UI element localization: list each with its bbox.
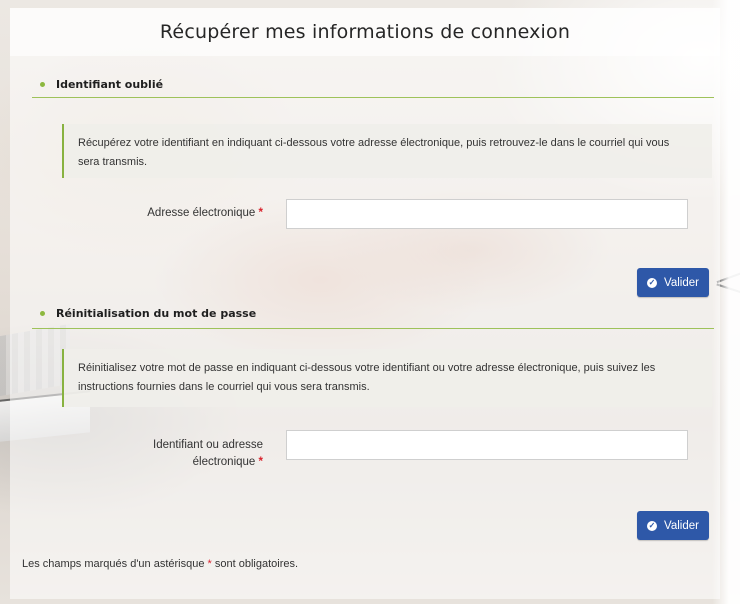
button-label: Valider [664, 276, 699, 289]
footnote-text: sont obligatoires. [214, 558, 299, 570]
email-input[interactable] [286, 199, 688, 229]
button-label: Valider [664, 519, 699, 532]
page: Récupérer mes informations de connexion … [0, 0, 740, 604]
info-box-identifier: Récupérez votre identifiant en indiquant… [62, 124, 712, 178]
identifier-or-email-input[interactable] [286, 430, 688, 460]
bullet-icon [40, 311, 45, 316]
check-circle-icon: ✓ [647, 520, 657, 531]
label-line: Identifiant ou adresse [153, 439, 263, 451]
page-title: Récupérer mes informations de connexion [159, 21, 571, 43]
section-heading-text: Réinitialisation du mot de passe [56, 307, 257, 320]
label-line: électronique [192, 456, 256, 468]
required-marker: * [258, 207, 263, 219]
check-circle-icon: ✓ [647, 277, 657, 288]
required-marker: * [258, 456, 263, 468]
info-text: Réinitialisez votre mot de passe en indi… [78, 362, 656, 393]
section-divider [32, 97, 714, 98]
bullet-icon [40, 82, 45, 87]
identifier-field-label: Identifiant ou adresse électronique * [90, 437, 263, 471]
required-fields-note: Les champs marqués d'un astérisque * son… [22, 558, 298, 570]
footnote-text: Les champs marqués d'un astérisque [22, 558, 205, 570]
validate-password-button[interactable]: ✓ Valider [637, 511, 709, 540]
required-marker: * [207, 558, 212, 570]
info-box-password: Réinitialisez votre mot de passe en indi… [62, 349, 712, 407]
section-heading-text: Identifiant oublié [56, 78, 164, 91]
page-header: Récupérer mes informations de connexion [10, 8, 720, 56]
email-label-text: Adresse électronique [147, 207, 256, 219]
info-text: Récupérez votre identifiant en indiquant… [78, 137, 670, 168]
section-divider [32, 328, 714, 329]
validate-identifier-button[interactable]: ✓ Valider [637, 268, 709, 297]
section-heading-password: Réinitialisation du mot de passe [40, 307, 256, 320]
section-heading-identifier: Identifiant oublié [40, 78, 163, 91]
email-field-label: Adresse électronique * [90, 205, 263, 222]
